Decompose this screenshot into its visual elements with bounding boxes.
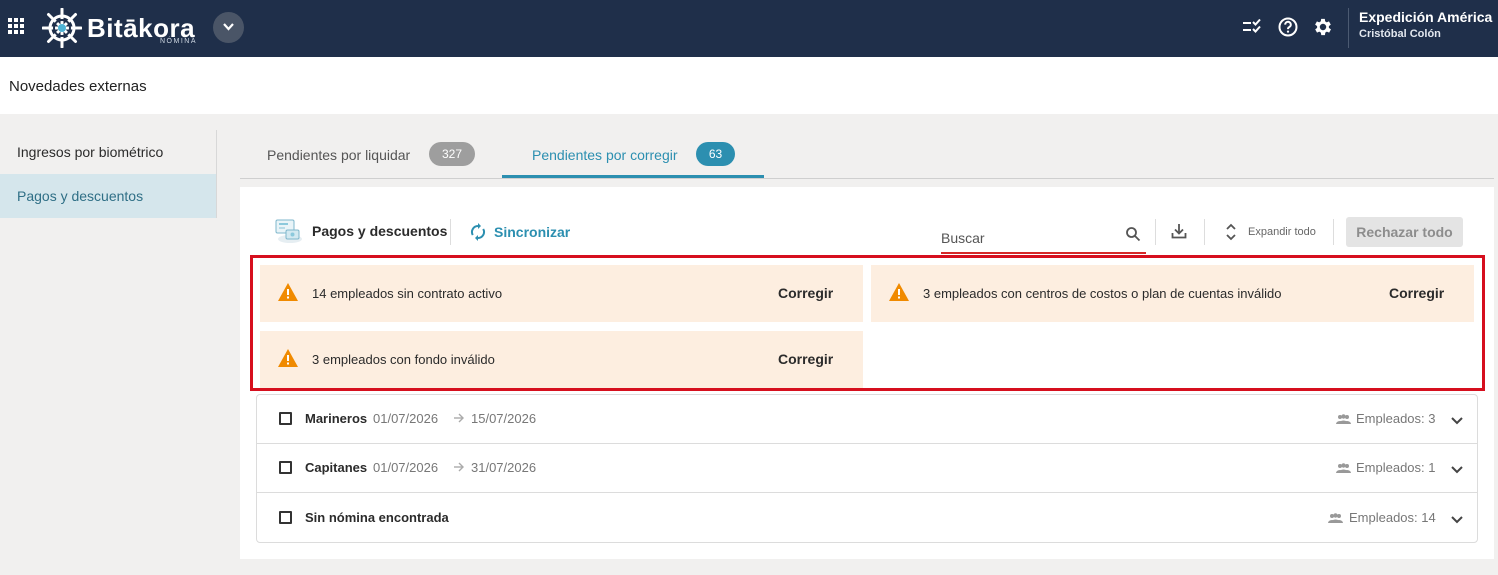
toolbar-divider bbox=[1333, 219, 1334, 245]
brand-logo[interactable]: Bitākora NÓMINA bbox=[42, 7, 202, 51]
chevron-down-icon[interactable] bbox=[1450, 515, 1464, 524]
start-date: 01/07/2026 bbox=[373, 460, 439, 475]
warning-icon bbox=[278, 283, 298, 301]
topbar-divider bbox=[1348, 8, 1349, 48]
fix-button[interactable]: Corregir bbox=[1389, 285, 1444, 301]
list-item[interactable]: Capitanes 01/07/2026 31/07/2026 Empleado… bbox=[257, 444, 1477, 493]
arrow-right-icon bbox=[454, 462, 464, 472]
arrow-right-icon bbox=[454, 413, 464, 423]
sidebar: Ingresos por biométrico Pagos y descuent… bbox=[0, 130, 217, 575]
fix-button[interactable]: Corregir bbox=[778, 285, 833, 301]
payroll-group-list: Marineros 01/07/2026 15/07/2026 Empleado… bbox=[256, 394, 1478, 543]
tab-label: Pendientes por liquidar bbox=[267, 147, 411, 163]
chevron-down-icon[interactable] bbox=[1450, 465, 1464, 474]
employee-count: Empleados: 3 bbox=[1356, 411, 1436, 426]
page-title: Novedades externas bbox=[9, 78, 147, 95]
expand-all-label: Expandir todo bbox=[1248, 226, 1316, 238]
tabs-baseline bbox=[240, 178, 1494, 179]
row-checkbox[interactable] bbox=[279, 461, 292, 474]
active-tab-indicator bbox=[502, 175, 764, 178]
warning-text: 3 empleados con centros de costos o plan… bbox=[923, 286, 1282, 301]
end-date: 31/07/2026 bbox=[471, 460, 537, 475]
warning-text: 14 empleados sin contrato activo bbox=[312, 286, 503, 301]
tab-pendientes-corregir[interactable]: Pendientes por corregir 63 bbox=[502, 140, 764, 178]
sync-label: Sincronizar bbox=[494, 224, 571, 240]
start-date: 01/07/2026 bbox=[373, 411, 439, 426]
ship-wheel-icon bbox=[42, 8, 82, 48]
chevron-down-icon[interactable] bbox=[1450, 416, 1464, 425]
people-icon bbox=[1328, 513, 1343, 523]
fix-button[interactable]: Corregir bbox=[778, 351, 833, 367]
sidebar-item-ingresos-biometrico[interactable]: Ingresos por biométrico bbox=[0, 130, 216, 174]
apps-grid-icon[interactable] bbox=[8, 18, 24, 34]
payments-illustration-icon bbox=[275, 219, 302, 243]
section-title: Pagos y descuentos bbox=[312, 223, 448, 239]
people-icon bbox=[1336, 414, 1351, 424]
employee-count: Empleados: 1 bbox=[1356, 460, 1436, 475]
help-icon[interactable] bbox=[1277, 16, 1299, 38]
warning-icon bbox=[889, 283, 909, 301]
list-item[interactable]: Marineros 01/07/2026 15/07/2026 Empleado… bbox=[257, 395, 1477, 444]
warning-card-invalid-fund: 3 empleados con fondo inválido Corregir bbox=[260, 331, 863, 388]
row-checkbox[interactable] bbox=[279, 511, 292, 524]
group-name: Marineros bbox=[305, 411, 368, 426]
app-switcher-button[interactable] bbox=[213, 12, 244, 43]
sidebar-item-pagos-descuentos[interactable]: Pagos y descuentos bbox=[0, 174, 216, 218]
count-badge: 327 bbox=[429, 142, 475, 166]
tab-label: Pendientes por corregir bbox=[532, 147, 678, 163]
search-field[interactable] bbox=[941, 222, 1146, 254]
reject-all-button[interactable]: Rechazar todo bbox=[1346, 217, 1463, 247]
group-name: Sin nómina encontrada bbox=[305, 510, 449, 525]
toolbar-divider bbox=[1204, 219, 1205, 245]
user-name[interactable]: Cristóbal Colón bbox=[1359, 28, 1441, 40]
warning-card-no-contract: 14 empleados sin contrato activo Corregi… bbox=[260, 265, 863, 322]
toolbar-divider bbox=[450, 219, 451, 245]
expand-vertical-icon bbox=[1226, 223, 1236, 241]
people-icon bbox=[1336, 463, 1351, 473]
row-checkbox[interactable] bbox=[279, 412, 292, 425]
warning-card-cost-centers: 3 empleados con centros de costos o plan… bbox=[871, 265, 1474, 322]
group-name: Capitanes bbox=[305, 460, 368, 475]
download-icon[interactable] bbox=[1170, 222, 1188, 240]
employee-count: Empleados: 14 bbox=[1349, 510, 1436, 525]
task-list-icon[interactable] bbox=[1241, 16, 1263, 38]
search-icon[interactable] bbox=[1125, 226, 1141, 242]
company-name[interactable]: Expedición América bbox=[1359, 9, 1492, 25]
brand-subtitle: NÓMINA bbox=[160, 38, 197, 45]
sidebar-divider bbox=[216, 130, 217, 218]
search-input[interactable] bbox=[941, 230, 1121, 246]
list-item[interactable]: Sin nómina encontrada Empleados: 14 bbox=[257, 494, 1477, 543]
toolbar-divider bbox=[1155, 219, 1156, 245]
chevron-down-icon bbox=[223, 23, 234, 31]
warning-icon bbox=[278, 349, 298, 367]
gear-icon[interactable] bbox=[1312, 16, 1334, 38]
tab-pendientes-liquidar[interactable]: Pendientes por liquidar 327 bbox=[240, 140, 502, 178]
end-date: 15/07/2026 bbox=[471, 411, 537, 426]
count-badge: 63 bbox=[696, 142, 735, 166]
page-header: Novedades externas bbox=[0, 57, 1498, 114]
top-navigation-bar: Bitākora NÓMINA Expedición América Crist… bbox=[0, 0, 1498, 57]
warning-text: 3 empleados con fondo inválido bbox=[312, 352, 495, 367]
sync-icon bbox=[471, 223, 485, 241]
